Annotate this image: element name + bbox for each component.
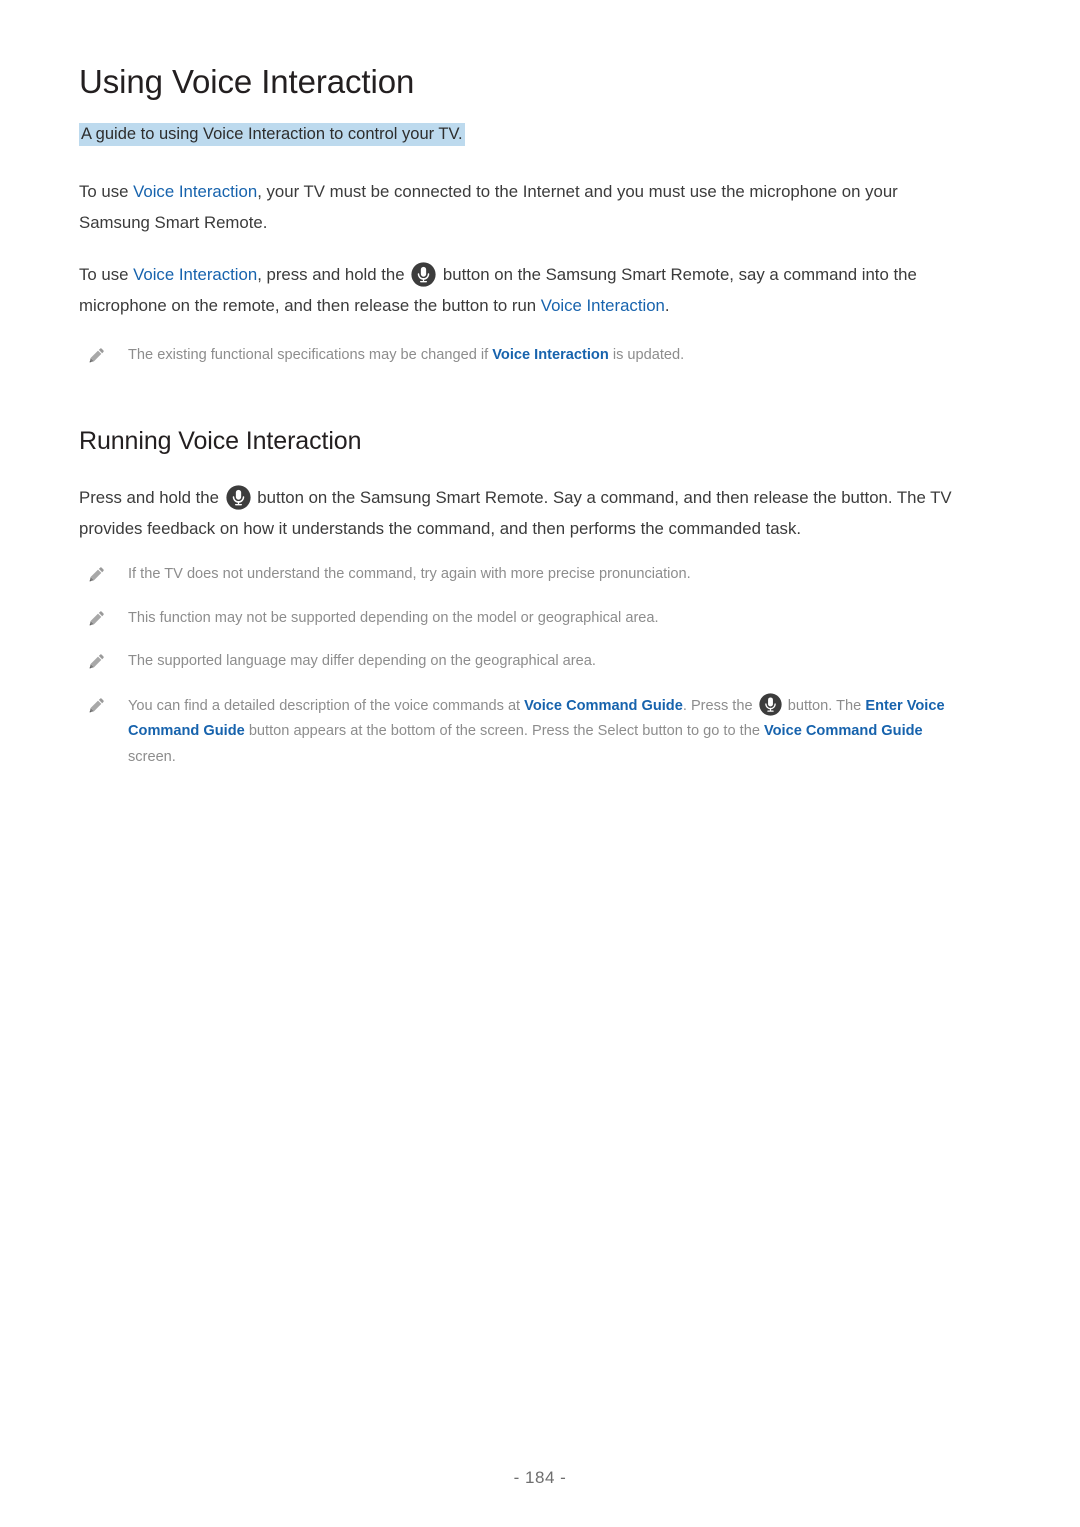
intro-paragraph-2: To use Voice Interaction, press and hold…: [79, 260, 968, 321]
page-number: - 184 -: [513, 1468, 567, 1487]
voice-command-guide-link-1[interactable]: Voice Command Guide: [524, 698, 683, 714]
voice-command-guide-link-2[interactable]: Voice Command Guide: [764, 723, 923, 739]
note-detail-part-1: You can find a detailed description of t…: [128, 697, 525, 714]
note-item: The supported language may differ depend…: [79, 649, 968, 675]
note-item: If the TV does not understand the comman…: [79, 562, 968, 588]
note-item-voice-command-guide: You can find a detailed description of t…: [79, 693, 968, 771]
paragraph-1-text-part-1: To use: [79, 182, 134, 202]
pencil-icon: [87, 652, 106, 671]
note-text-part-2: is updated.: [608, 347, 685, 364]
pencil-icon: [87, 609, 106, 628]
page-title: Using Voice Interaction: [79, 63, 415, 100]
note-text: If the TV does not understand the comman…: [128, 566, 691, 583]
paragraph-2-text-part-2: , press and hold the: [257, 265, 410, 285]
intro-paragraph-1: To use Voice Interaction, your TV must b…: [79, 177, 968, 238]
note-text-part-1: The existing functional specifications m…: [128, 347, 493, 364]
voice-interaction-link-4[interactable]: Voice Interaction: [492, 347, 609, 363]
note-item: The existing functional specifications m…: [79, 343, 968, 369]
voice-interaction-link-2[interactable]: Voice Interaction: [133, 265, 257, 284]
note-detail-part-4: button appears at the bottom of the scre…: [244, 723, 764, 740]
intro-notes-list: The existing functional specifications m…: [79, 343, 968, 369]
note-detail-part-5: screen.: [128, 748, 176, 765]
document-page: Using Voice Interaction A guide to using…: [0, 0, 1080, 1527]
voice-interaction-link-1[interactable]: Voice Interaction: [133, 182, 257, 201]
microphone-icon: [759, 693, 782, 716]
lead-highlighted-text: A guide to using Voice Interaction to co…: [79, 122, 465, 146]
microphone-icon: [226, 485, 251, 510]
page-content: Using Voice Interaction A guide to using…: [79, 0, 968, 771]
running-paragraph-1: Press and hold the button on the Samsung…: [79, 483, 968, 544]
pencil-icon: [87, 346, 106, 365]
voice-interaction-link-3[interactable]: Voice Interaction: [541, 296, 665, 315]
note-detail-part-2: . Press the: [682, 697, 757, 714]
note-detail-part-3: button. The: [783, 697, 866, 714]
paragraph-2-text-part-1: To use: [79, 265, 134, 285]
section-title-running-voice-interaction: Running Voice Interaction: [79, 426, 362, 455]
running-paragraph-text-part-1: Press and hold the: [79, 488, 224, 508]
lead-highlight-wrapper: A guide to using Voice Interaction to co…: [79, 122, 968, 148]
note-text: This function may not be supported depen…: [128, 609, 659, 626]
paragraph-2-text-part-4: .: [664, 295, 670, 315]
running-notes-list: If the TV does not understand the comman…: [79, 562, 968, 770]
microphone-icon: [411, 262, 436, 287]
pencil-icon: [87, 565, 106, 584]
note-text: The supported language may differ depend…: [128, 653, 596, 670]
pencil-icon: [87, 696, 106, 715]
note-item: This function may not be supported depen…: [79, 606, 968, 632]
